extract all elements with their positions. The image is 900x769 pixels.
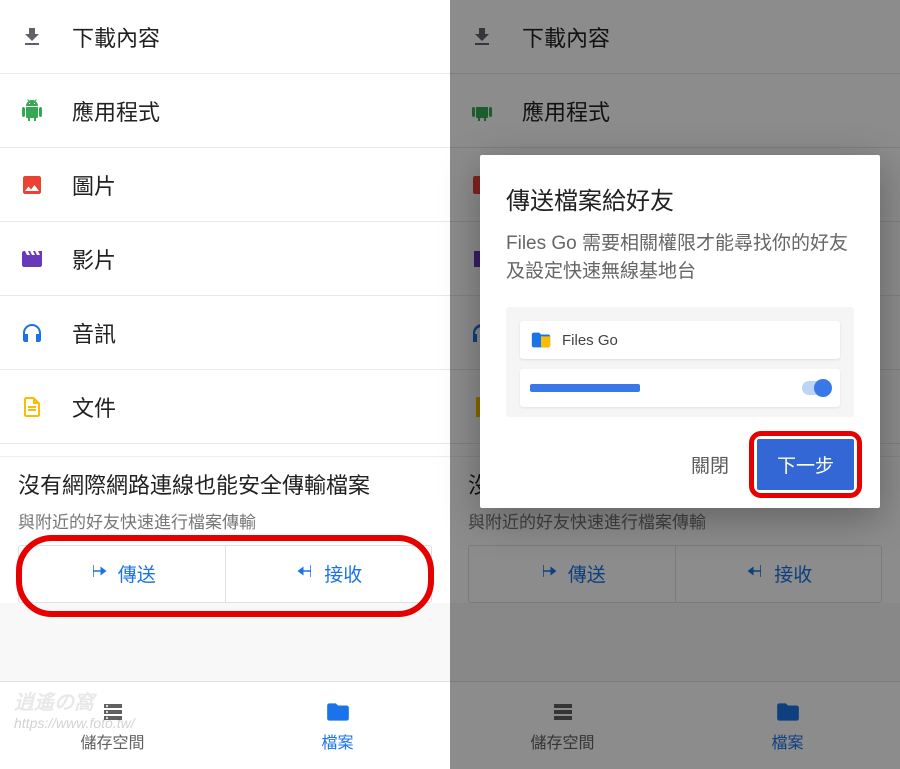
dialog-title: 傳送檔案給好友 [506, 181, 854, 216]
category-label: 文件 [72, 391, 116, 423]
document-icon [18, 393, 46, 421]
nav-files-label: 檔案 [321, 729, 353, 753]
category-images[interactable]: 圖片 [0, 148, 450, 222]
illustration-app-row: Files Go [520, 321, 840, 359]
headphones-icon [18, 319, 46, 347]
illustration-toggle-row [520, 369, 840, 407]
permission-dialog: 傳送檔案給好友 Files Go 需要相關權限才能尋找你的好友及設定快速無線基地… [480, 155, 880, 508]
send-icon [88, 562, 110, 586]
category-label: 下載內容 [72, 21, 160, 53]
nav-storage-label: 儲存空間 [80, 729, 144, 753]
storage-icon [98, 699, 128, 725]
dialog-illustration: Files Go [506, 307, 854, 417]
category-label: 圖片 [72, 169, 116, 201]
dialog-body: Files Go 需要相關權限才能尋找你的好友及設定快速無線基地台 [506, 230, 854, 285]
category-apps[interactable]: 應用程式 [0, 74, 450, 148]
android-icon [18, 97, 46, 125]
receive-button[interactable]: 接收 [225, 546, 432, 602]
bottom-nav: 儲存空間 檔案 [0, 681, 450, 769]
nav-storage[interactable]: 儲存空間 [0, 682, 225, 769]
dialog-actions: 關閉 下一步 [506, 439, 854, 490]
category-videos[interactable]: 影片 [0, 222, 450, 296]
receive-icon [294, 562, 316, 586]
movie-icon [18, 245, 46, 273]
dialog-close-button[interactable]: 關閉 [685, 441, 735, 488]
transfer-buttons: 傳送 接收 [18, 545, 432, 603]
illustration-bar [530, 384, 640, 392]
nav-files[interactable]: 檔案 [225, 682, 450, 769]
category-audio[interactable]: 音訊 [0, 296, 450, 370]
download-icon [18, 23, 46, 51]
category-list: 下載內容 應用程式 圖片 影片 [0, 0, 450, 444]
transfer-subtitle: 與附近的好友快速進行檔案傳輸 [18, 508, 432, 533]
folder-icon [323, 699, 353, 725]
illustration-app-name: Files Go [562, 332, 618, 349]
transfer-section: 沒有網際網路連線也能安全傳輸檔案 與附近的好友快速進行檔案傳輸 傳送 接收 [0, 456, 450, 603]
send-button[interactable]: 傳送 [19, 546, 225, 602]
illustration-toggle [802, 381, 830, 395]
category-downloads[interactable]: 下載內容 [0, 0, 450, 74]
receive-label: 接收 [324, 560, 362, 587]
send-label: 傳送 [118, 560, 156, 587]
image-icon [18, 171, 46, 199]
category-documents[interactable]: 文件 [0, 370, 450, 444]
dialog-next-button[interactable]: 下一步 [757, 439, 854, 490]
spacer [0, 603, 450, 681]
category-label: 影片 [72, 243, 116, 275]
category-label: 應用程式 [72, 95, 160, 127]
files-go-icon [530, 329, 552, 351]
category-label: 音訊 [72, 317, 116, 349]
screenshot-right: 下載內容 應用程式 圖片 影片 [450, 0, 900, 769]
transfer-title: 沒有網際網路連線也能安全傳輸檔案 [18, 471, 432, 502]
screenshot-left: 下載內容 應用程式 圖片 影片 [0, 0, 450, 769]
